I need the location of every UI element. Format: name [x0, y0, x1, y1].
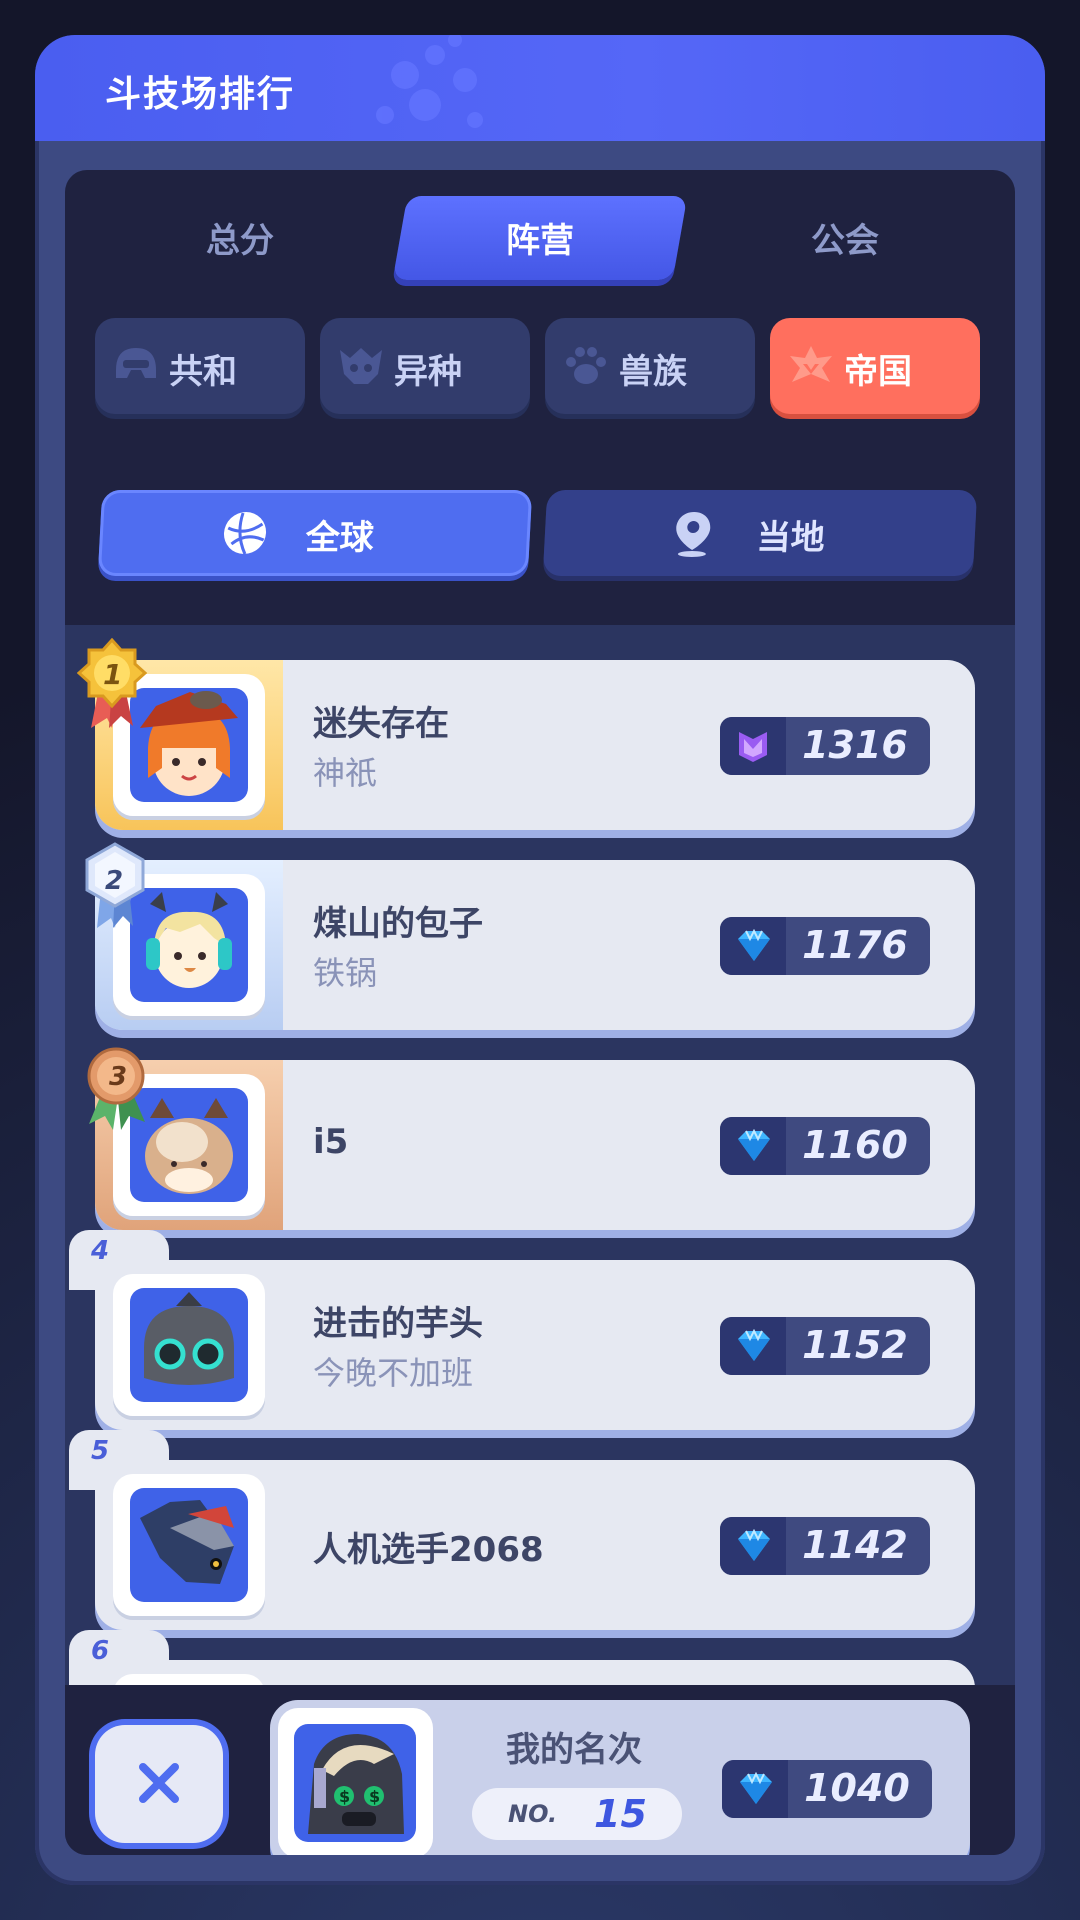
diamond-icon [738, 1129, 770, 1161]
my-rank-title: 我的名次 [506, 1730, 642, 1770]
purple-crest-icon [739, 732, 767, 762]
faction-label: 帝国 [844, 352, 912, 392]
player-name: 人机选手2068 [313, 1530, 544, 1570]
faction-beast-button[interactable]: 兽族 [545, 318, 755, 414]
player-name: i5 [313, 1122, 349, 1162]
header-pattern-icon [376, 35, 483, 128]
player-name: 进击的芋头 [313, 1304, 483, 1344]
faction-label: 共和 [169, 352, 237, 392]
svg-text:$: $ [339, 1787, 350, 1806]
empire-crest-icon [790, 346, 832, 382]
leaderboard-panel: 斗技场排行 总分 阵营 公会 共和 异种 兽族 帝国 全球 当地 1 迷失存在 … [35, 35, 1045, 1885]
player-title: 神祇 [313, 754, 378, 792]
rank-number: 4 [91, 1236, 110, 1266]
scope-label: 全球 [304, 518, 375, 558]
page-title: 斗技场排行 [105, 74, 296, 115]
list-item[interactable]: 3 i5 1160 [87, 1047, 975, 1230]
helmet-icon [116, 348, 156, 378]
score-value: 1040 [804, 1766, 910, 1810]
score-badge: 1152 [720, 1317, 930, 1375]
player-title: 铁锅 [313, 954, 378, 992]
faction-xeno-button[interactable]: 异种 [320, 318, 530, 414]
rank-number: 3 [109, 1062, 128, 1092]
avatar [113, 1274, 265, 1416]
my-rank-position: NO. 15 [472, 1788, 682, 1840]
score-badge: 1316 [720, 717, 930, 775]
diamond-icon [738, 929, 770, 961]
beast-mask-icon [340, 348, 382, 384]
score-value: 1142 [802, 1523, 908, 1567]
avatar [113, 1474, 265, 1616]
score-value: 1160 [802, 1123, 908, 1167]
player-avatar-icon: $ $ [308, 1734, 404, 1834]
rank-number: 5 [91, 1436, 110, 1466]
faction-empire-button[interactable]: 帝国 [770, 318, 980, 414]
faction-republic-button[interactable]: 共和 [95, 318, 305, 414]
faction-label: 兽族 [619, 352, 687, 392]
scope-label: 当地 [755, 518, 826, 558]
diamond-icon [740, 1772, 772, 1804]
tab-total[interactable]: 总分 [125, 200, 355, 282]
svg-text:$: $ [369, 1787, 380, 1806]
player-avatar-icon [146, 892, 232, 988]
paw-icon [566, 347, 606, 384]
avatar: $ $ [278, 1708, 433, 1855]
tab-guild[interactable]: 公会 [735, 200, 955, 282]
score-badge: 1142 [720, 1517, 930, 1575]
rank-number: 1 [103, 658, 123, 691]
rank-no-value: 15 [594, 1792, 647, 1836]
rank-no-label: NO. [508, 1800, 558, 1828]
close-icon [139, 1763, 179, 1803]
leaderboard-list[interactable]: 1 迷失存在 神祇 1316 2 煤山的包子 铁锅 1176 3 i5 1160… [65, 625, 1015, 1685]
list-item[interactable]: 4 进击的芋头 今晚不加班 1152 [69, 1230, 975, 1430]
list-item[interactable]: 1 迷失存在 神祇 1316 [77, 638, 975, 830]
faction-label: 异种 [394, 352, 462, 392]
score-badge: 1040 [722, 1760, 932, 1818]
list-item[interactable]: 6 [69, 1630, 975, 1685]
diamond-icon [738, 1529, 770, 1561]
player-name: 迷失存在 [313, 704, 449, 744]
leaderboard-content: 总分 阵营 公会 共和 异种 兽族 帝国 全球 当地 1 迷失存在 神祇 131… [65, 170, 1015, 1855]
my-rank-card: $ $ 我的名次 NO. 15 1040 [270, 1700, 970, 1855]
my-rank-footer: $ $ 我的名次 NO. 15 1040 [65, 1685, 1015, 1855]
list-item[interactable]: 2 煤山的包子 铁锅 1176 [85, 842, 975, 1030]
score-badge: 1160 [720, 1117, 930, 1175]
rank-number: 6 [91, 1636, 110, 1666]
scope-local-button[interactable]: 当地 [542, 490, 978, 576]
score-value: 1176 [802, 923, 908, 967]
rank-number: 2 [105, 866, 124, 896]
location-pin-icon [676, 512, 711, 557]
list-item[interactable]: 5 人机选手2068 1142 [69, 1430, 975, 1630]
player-avatar-icon [140, 691, 238, 796]
scope-global-button[interactable]: 全球 [97, 490, 533, 576]
player-name: 煤山的包子 [313, 904, 483, 944]
diamond-icon [738, 1329, 770, 1361]
avatar [113, 1674, 265, 1685]
player-title: 今晚不加班 [313, 1354, 474, 1392]
tab-faction[interactable]: 阵营 [400, 200, 680, 282]
close-button[interactable] [95, 1725, 223, 1843]
score-badge: 1176 [720, 917, 930, 975]
score-value: 1152 [802, 1323, 908, 1367]
player-avatar-icon [140, 1500, 234, 1584]
player-avatar-icon [144, 1292, 234, 1385]
panel-header: 斗技场排行 [35, 35, 1045, 141]
globe-icon [223, 512, 267, 555]
score-value: 1316 [802, 723, 908, 767]
